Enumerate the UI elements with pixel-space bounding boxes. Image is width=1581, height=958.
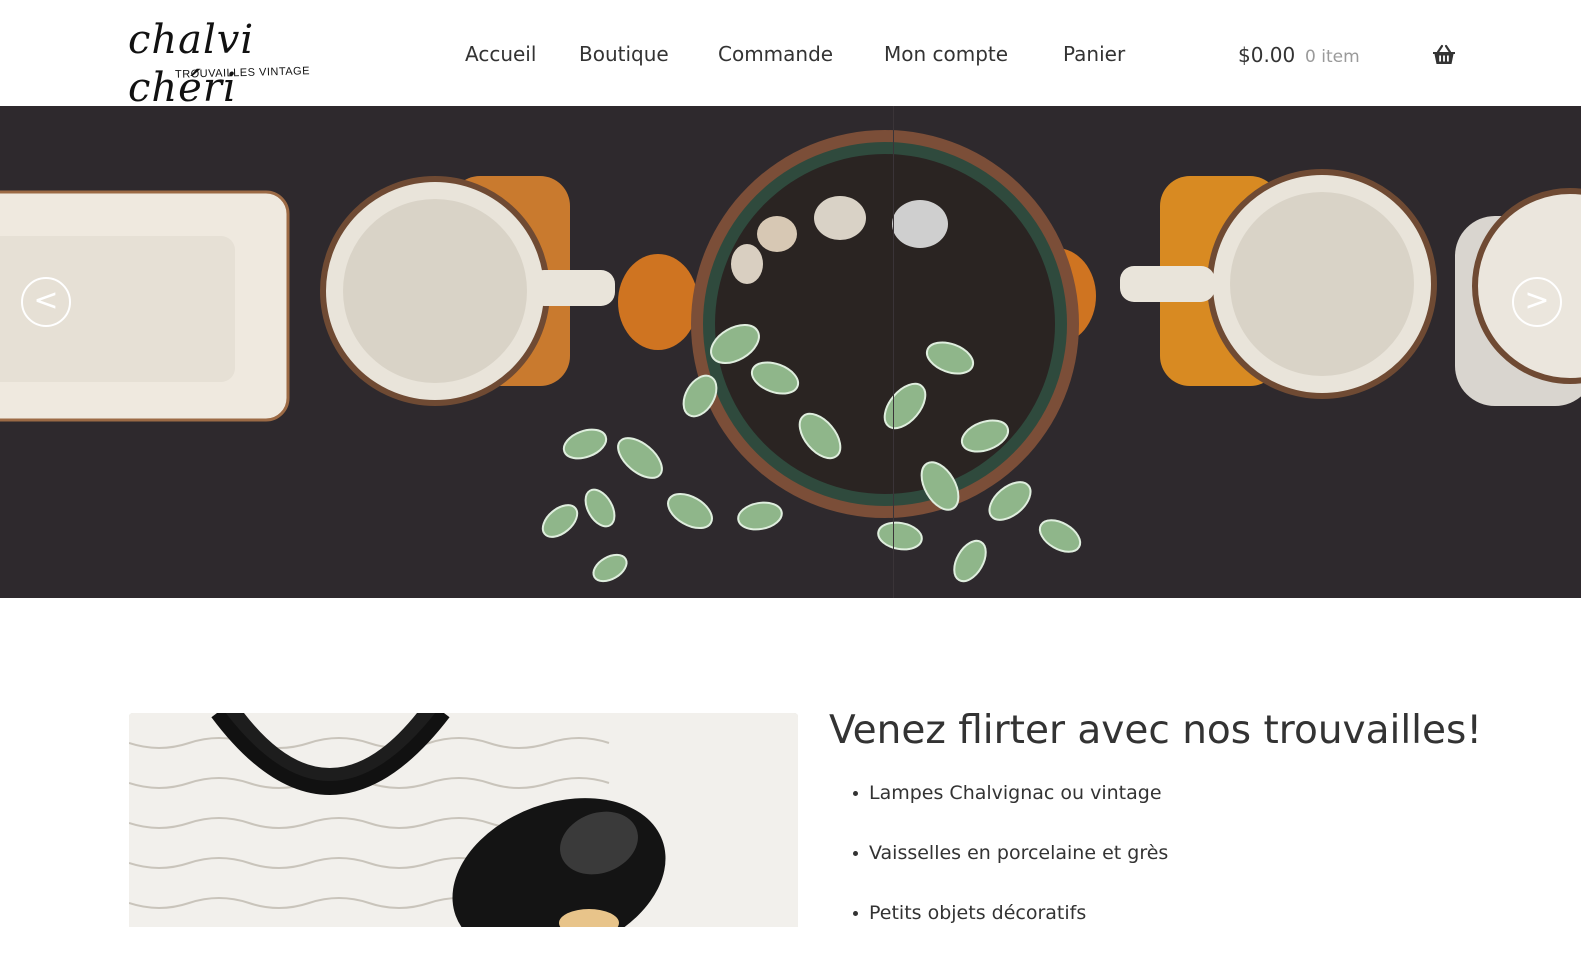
bullet-icon [853, 851, 858, 856]
feature-text: Petits objets décoratifs [869, 902, 1087, 924]
nav-item-accueil[interactable]: Accueil [465, 42, 536, 66]
list-item: Lampes Chalvignac ou vintage [853, 778, 1168, 838]
feature-text: Lampes Chalvignac ou vintage [869, 782, 1162, 804]
section-headline: Venez flirter avec nos trouvailles! [829, 708, 1482, 753]
feature-list: Lampes Chalvignac ou vintage Vaisselles … [853, 778, 1169, 958]
cart-item-count[interactable]: 0 item [1305, 47, 1360, 67]
nav-item-commande[interactable]: Commande [718, 42, 833, 66]
nav-item-mon-compte[interactable]: Mon compte [884, 42, 1008, 66]
nav-item-panier[interactable]: Panier [1063, 42, 1125, 66]
hero-divider [893, 106, 894, 598]
list-item: Petits objets décoratifs [853, 898, 1168, 958]
bullet-icon [853, 791, 858, 796]
nav-item-boutique[interactable]: Boutique [579, 42, 669, 66]
logo-script-text: chalvi chéri [128, 17, 255, 111]
hero-slider: < > [0, 106, 1581, 598]
site-logo[interactable]: chalvi chéri TROUVAILLES VINTAGE [128, 16, 360, 111]
list-item: Vaisselles en porcelaine et grès [853, 838, 1169, 898]
cart-total[interactable]: $0.00 [1238, 43, 1295, 67]
slider-prev-button[interactable]: < [21, 277, 71, 327]
lamp-photo [129, 713, 798, 927]
site-header: chalvi chéri TROUVAILLES VINTAGE Accueil… [0, 0, 1581, 111]
slider-next-button[interactable]: > [1512, 277, 1562, 327]
bullet-icon [853, 911, 858, 916]
basket-icon[interactable] [1432, 44, 1456, 66]
featured-product-image[interactable] [129, 713, 798, 927]
hero-image [0, 130, 1581, 583]
feature-text: Vaisselles en porcelaine et grès [869, 842, 1169, 864]
